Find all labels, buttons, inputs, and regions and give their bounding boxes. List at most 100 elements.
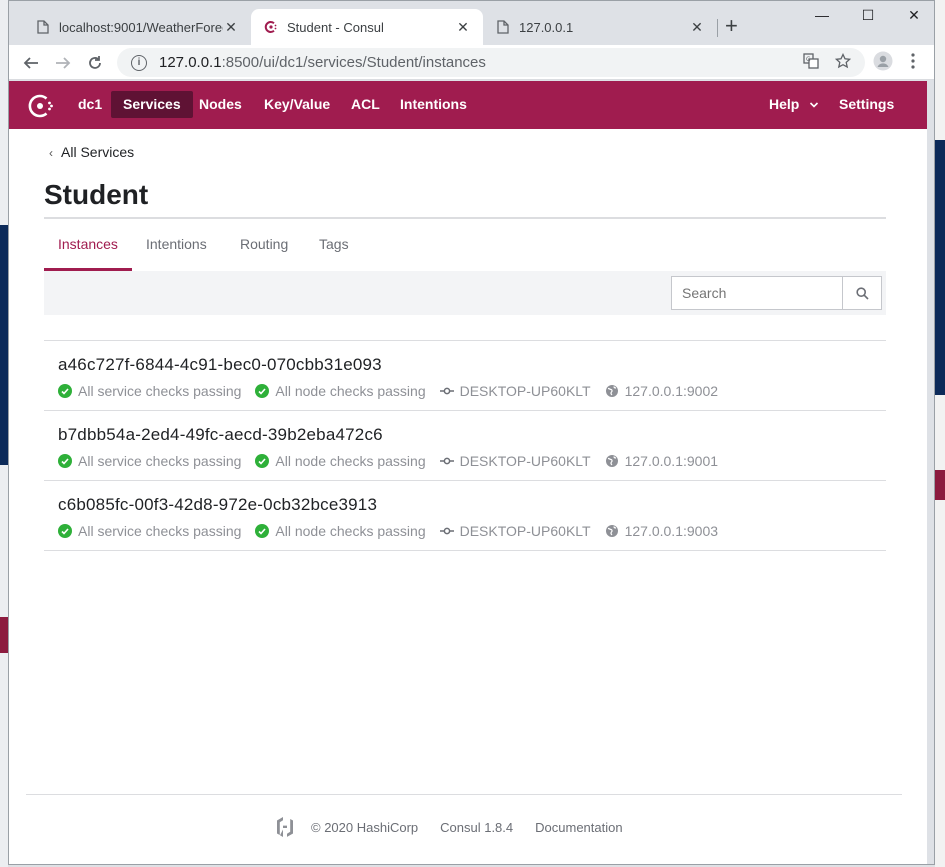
consul-favicon-icon [263,19,279,35]
profile-avatar-icon[interactable] [873,51,893,75]
node-icon [439,387,454,395]
node-checks-label: All node checks passing [275,383,426,399]
check-passing-icon [58,524,72,538]
globe-icon [605,385,618,397]
consul-version: Consul 1.8.4 [440,819,514,835]
nav-intentions[interactable]: Intentions [388,91,479,118]
browser-tab-weather[interactable]: localhost:9001/WeatherForec ✕ [23,9,251,45]
instance-row[interactable]: b7dbb54a-2ed4-49fc-aecd-39b2eba472c6 All… [44,411,886,481]
hashicorp-logo-icon [277,817,293,837]
url-host: 127.0.0.1 [159,54,222,71]
reload-icon[interactable] [83,51,107,75]
back-label: All Services [61,144,135,160]
instance-id: b7dbb54a-2ed4-49fc-aecd-39b2eba472c6 [58,425,383,444]
minimize-button[interactable]: — [799,7,845,23]
title-divider [44,217,886,219]
instance-address: 127.0.0.1:9001 [605,453,718,469]
help-menu[interactable]: Help [757,91,831,118]
nav-acl[interactable]: ACL [339,91,392,118]
help-label: Help [769,96,800,112]
address-bar[interactable]: i 127.0.0.1:8500/ui/dc1/services/Student… [117,48,865,77]
node-icon [439,457,454,465]
node-checks-status: All node checks passing [255,523,426,539]
instance-meta: All service checks passing All node chec… [58,381,886,401]
page-title: Student [44,179,149,210]
consul-logo-icon[interactable] [26,92,54,120]
maximize-button[interactable]: ☐ [845,7,891,24]
instance-row[interactable]: a46c727f-6844-4c91-bec0-070cbb31e093 All… [44,341,886,411]
translate-icon[interactable]: G [803,53,819,73]
service-checks-label: All service checks passing [78,523,242,539]
background-window-right [935,0,945,867]
bookmark-star-icon[interactable] [834,52,852,73]
instance-address: 127.0.0.1:9002 [605,383,718,399]
node-icon [439,527,454,535]
menu-kebab-icon[interactable] [911,53,915,73]
node-name[interactable]: DESKTOP-UP60KLT [439,523,591,539]
back-arrow-icon[interactable] [19,51,43,75]
nav-settings[interactable]: Settings [827,91,906,118]
documentation-link[interactable]: Documentation [535,820,622,835]
page-icon [495,19,511,35]
check-passing-icon [58,384,72,398]
close-tab-icon[interactable]: ✕ [223,19,239,36]
instance-row[interactable]: c6b085fc-00f3-42d8-972e-0cb32bce3913 All… [44,481,886,551]
search-input[interactable] [671,276,843,310]
check-passing-icon [255,454,270,468]
footer-divider [26,794,902,795]
node-checks-status: All node checks passing [255,383,426,399]
background-window-left [0,0,8,867]
address-label: 127.0.0.1:9001 [624,453,719,469]
check-passing-icon [255,524,270,538]
new-tab-button[interactable]: + [725,15,738,37]
back-to-all-services-link[interactable]: ‹ All Services [49,144,134,160]
tab-instances[interactable]: Instances [44,229,132,271]
instance-list: a46c727f-6844-4c91-bec0-070cbb31e093 All… [44,340,886,551]
node-checks-label: All node checks passing [275,523,426,539]
chevron-down-icon [810,102,819,108]
instance-meta: All service checks passing All node chec… [58,451,886,471]
footer: © 2020 HashiCorp Consul 1.8.4 Documentat… [275,815,645,839]
filter-bar [44,271,886,315]
close-window-button[interactable]: ✕ [891,7,934,24]
globe-icon [605,455,618,467]
site-info-icon[interactable]: i [131,54,147,71]
search-icon [855,286,869,300]
nav-key-value[interactable]: Key/Value [252,91,342,118]
datacenter-menu[interactable]: dc1 [66,91,114,118]
background-accent [935,470,945,500]
check-passing-icon [255,384,270,398]
close-tab-icon[interactable]: ✕ [455,19,471,36]
tab-intentions[interactable]: Intentions [132,229,221,271]
node-checks-label: All node checks passing [275,453,426,469]
forward-arrow-icon[interactable] [51,51,75,75]
tab-separator [717,19,718,37]
instance-meta: All service checks passing All node chec… [58,521,886,541]
nav-services[interactable]: Services [111,91,193,118]
address-label: 127.0.0.1:9002 [624,383,719,399]
service-checks-label: All service checks passing [78,383,242,399]
search-button[interactable] [842,276,882,310]
instance-address: 127.0.0.1:9003 [605,523,718,539]
url-path: :8500/ui/dc1/services/Student/instances [221,54,486,71]
page-icon [35,19,51,35]
tab-title: Student - Consul [287,19,384,35]
check-passing-icon [58,454,72,468]
top-navbar: dc1 Services Nodes Key/Value ACL Intenti… [9,81,927,129]
tab-tags[interactable]: Tags [305,229,363,271]
browser-tab-consul[interactable]: Student - Consul ✕ [251,9,483,45]
nav-nodes[interactable]: Nodes [187,91,254,118]
close-tab-icon[interactable]: ✕ [689,19,705,36]
browser-tab-local[interactable]: 127.0.0.1 ✕ [483,9,717,45]
node-name[interactable]: DESKTOP-UP60KLT [439,383,591,399]
service-checks-status: All service checks passing [58,383,241,399]
background-terminal [935,140,945,395]
tab-title: 127.0.0.1 [519,19,574,35]
tab-routing[interactable]: Routing [226,229,302,271]
consul-app: dc1 Services Nodes Key/Value ACL Intenti… [9,81,927,864]
node-label: DESKTOP-UP60KLT [459,383,591,399]
node-checks-status: All node checks passing [255,453,426,469]
node-name[interactable]: DESKTOP-UP60KLT [439,453,591,469]
browser-toolbar: i 127.0.0.1:8500/ui/dc1/services/Student… [9,45,934,80]
globe-icon [605,525,618,537]
